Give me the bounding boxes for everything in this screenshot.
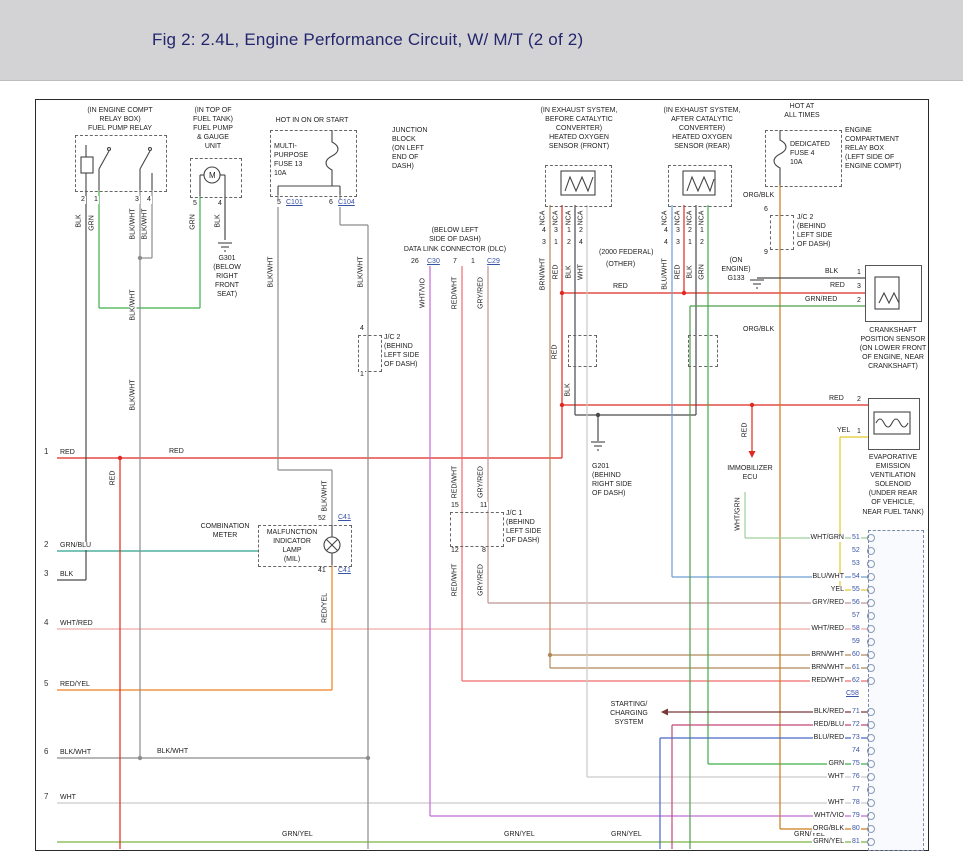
junction-dot xyxy=(682,291,686,295)
jc1-label: J/C 1 (BEHIND LEFT SIDE OF DASH) xyxy=(506,509,558,545)
junction-dot xyxy=(750,403,754,407)
junction-dot xyxy=(596,413,600,417)
flow-arrow xyxy=(749,451,756,458)
dedicated-fuse-title: HOT AT ALL TIMES xyxy=(772,102,832,120)
jc2-left-box xyxy=(358,335,382,372)
g301-ground-symbol xyxy=(217,242,233,254)
dlc-title: DATA LINK CONNECTOR (DLC) xyxy=(385,245,525,254)
immobilizer-ecu-label: IMMOBILIZER ECU xyxy=(720,464,780,482)
ho2s-front-caption: (IN EXHAUST SYSTEM, BEFORE CATALYTIC CON… xyxy=(524,106,634,151)
page: Fig 2: 2.4L, Engine Performance Circuit,… xyxy=(0,0,963,851)
crank-sensor-caption: CRANKSHAFT POSITION SENSOR (ON LOWER FRO… xyxy=(850,326,936,371)
starting-charging-label: STARTING/ CHARGING SYSTEM xyxy=(600,700,658,727)
dlc-caption: (BELOW LEFT SIDE OF DASH) xyxy=(410,226,500,244)
junction-dot xyxy=(366,756,370,760)
fuse-13-label: MULTI- PURPOSE FUSE 13 10A xyxy=(274,142,320,178)
jc2-left-label: J/C 2 (BEHIND LEFT SIDE OF DASH) xyxy=(384,333,436,369)
g201-caption: G201 (BEHIND RIGHT SIDE OF DASH) xyxy=(592,462,652,498)
inline-connector-rear xyxy=(688,335,718,367)
engine-relay-box-label: ENGINE COMPARTMENT RELAY BOX (LEFT SIDE … xyxy=(845,126,925,171)
jc1-box xyxy=(450,512,504,547)
crank-sensor-symbol xyxy=(865,265,920,320)
junction-block-title: HOT IN ON OR START xyxy=(262,116,362,125)
junction-dot xyxy=(138,756,142,760)
relay-symbol xyxy=(75,135,165,190)
ho2s-rear-caption: (IN EXHAUST SYSTEM, AFTER CATALYTIC CONV… xyxy=(648,106,756,151)
junction-dot xyxy=(138,256,142,260)
mil-lamp-symbol xyxy=(258,525,350,565)
combination-meter-label: COMBINATION METER xyxy=(196,522,254,540)
ho2s-rear-symbol xyxy=(668,165,730,205)
motor-symbol: M xyxy=(190,158,240,196)
evap-solenoid-caption: EVAPORATIVE EMISSION VENTILATION SOLENOI… xyxy=(848,453,938,517)
g133-ground-symbol xyxy=(749,279,765,291)
flow-arrow xyxy=(661,709,668,716)
inline-connector-front xyxy=(568,335,597,367)
junction-block-side-label: JUNCTION BLOCK (ON LEFT END OF DASH) xyxy=(392,126,448,171)
junction-dot xyxy=(560,403,564,407)
junction-dot xyxy=(118,456,122,460)
ho2s-front-symbol xyxy=(545,165,610,205)
fuel-pump-relay-caption: (IN ENGINE COMPT RELAY BOX) FUEL PUMP RE… xyxy=(72,106,168,133)
jc2-upper-box xyxy=(770,215,794,250)
junction-dot xyxy=(548,653,552,657)
fuse-4-label: DEDICATED FUSE 4 10A xyxy=(790,140,838,167)
g201-ground-symbol xyxy=(590,441,606,453)
g301-caption: G301 (BELOW RIGHT FRONT SEAT) xyxy=(204,254,250,299)
fuel-pump-unit-caption: (IN TOP OF FUEL TANK) FUEL PUMP & GAUGE … xyxy=(185,106,241,151)
svg-text:M: M xyxy=(209,171,216,180)
junction-dot xyxy=(560,291,564,295)
ecm-box xyxy=(868,530,924,851)
evap-solenoid-symbol xyxy=(868,398,918,448)
jc2-upper-label: J/C 2 (BEHIND LEFT SIDE OF DASH) xyxy=(797,213,849,249)
